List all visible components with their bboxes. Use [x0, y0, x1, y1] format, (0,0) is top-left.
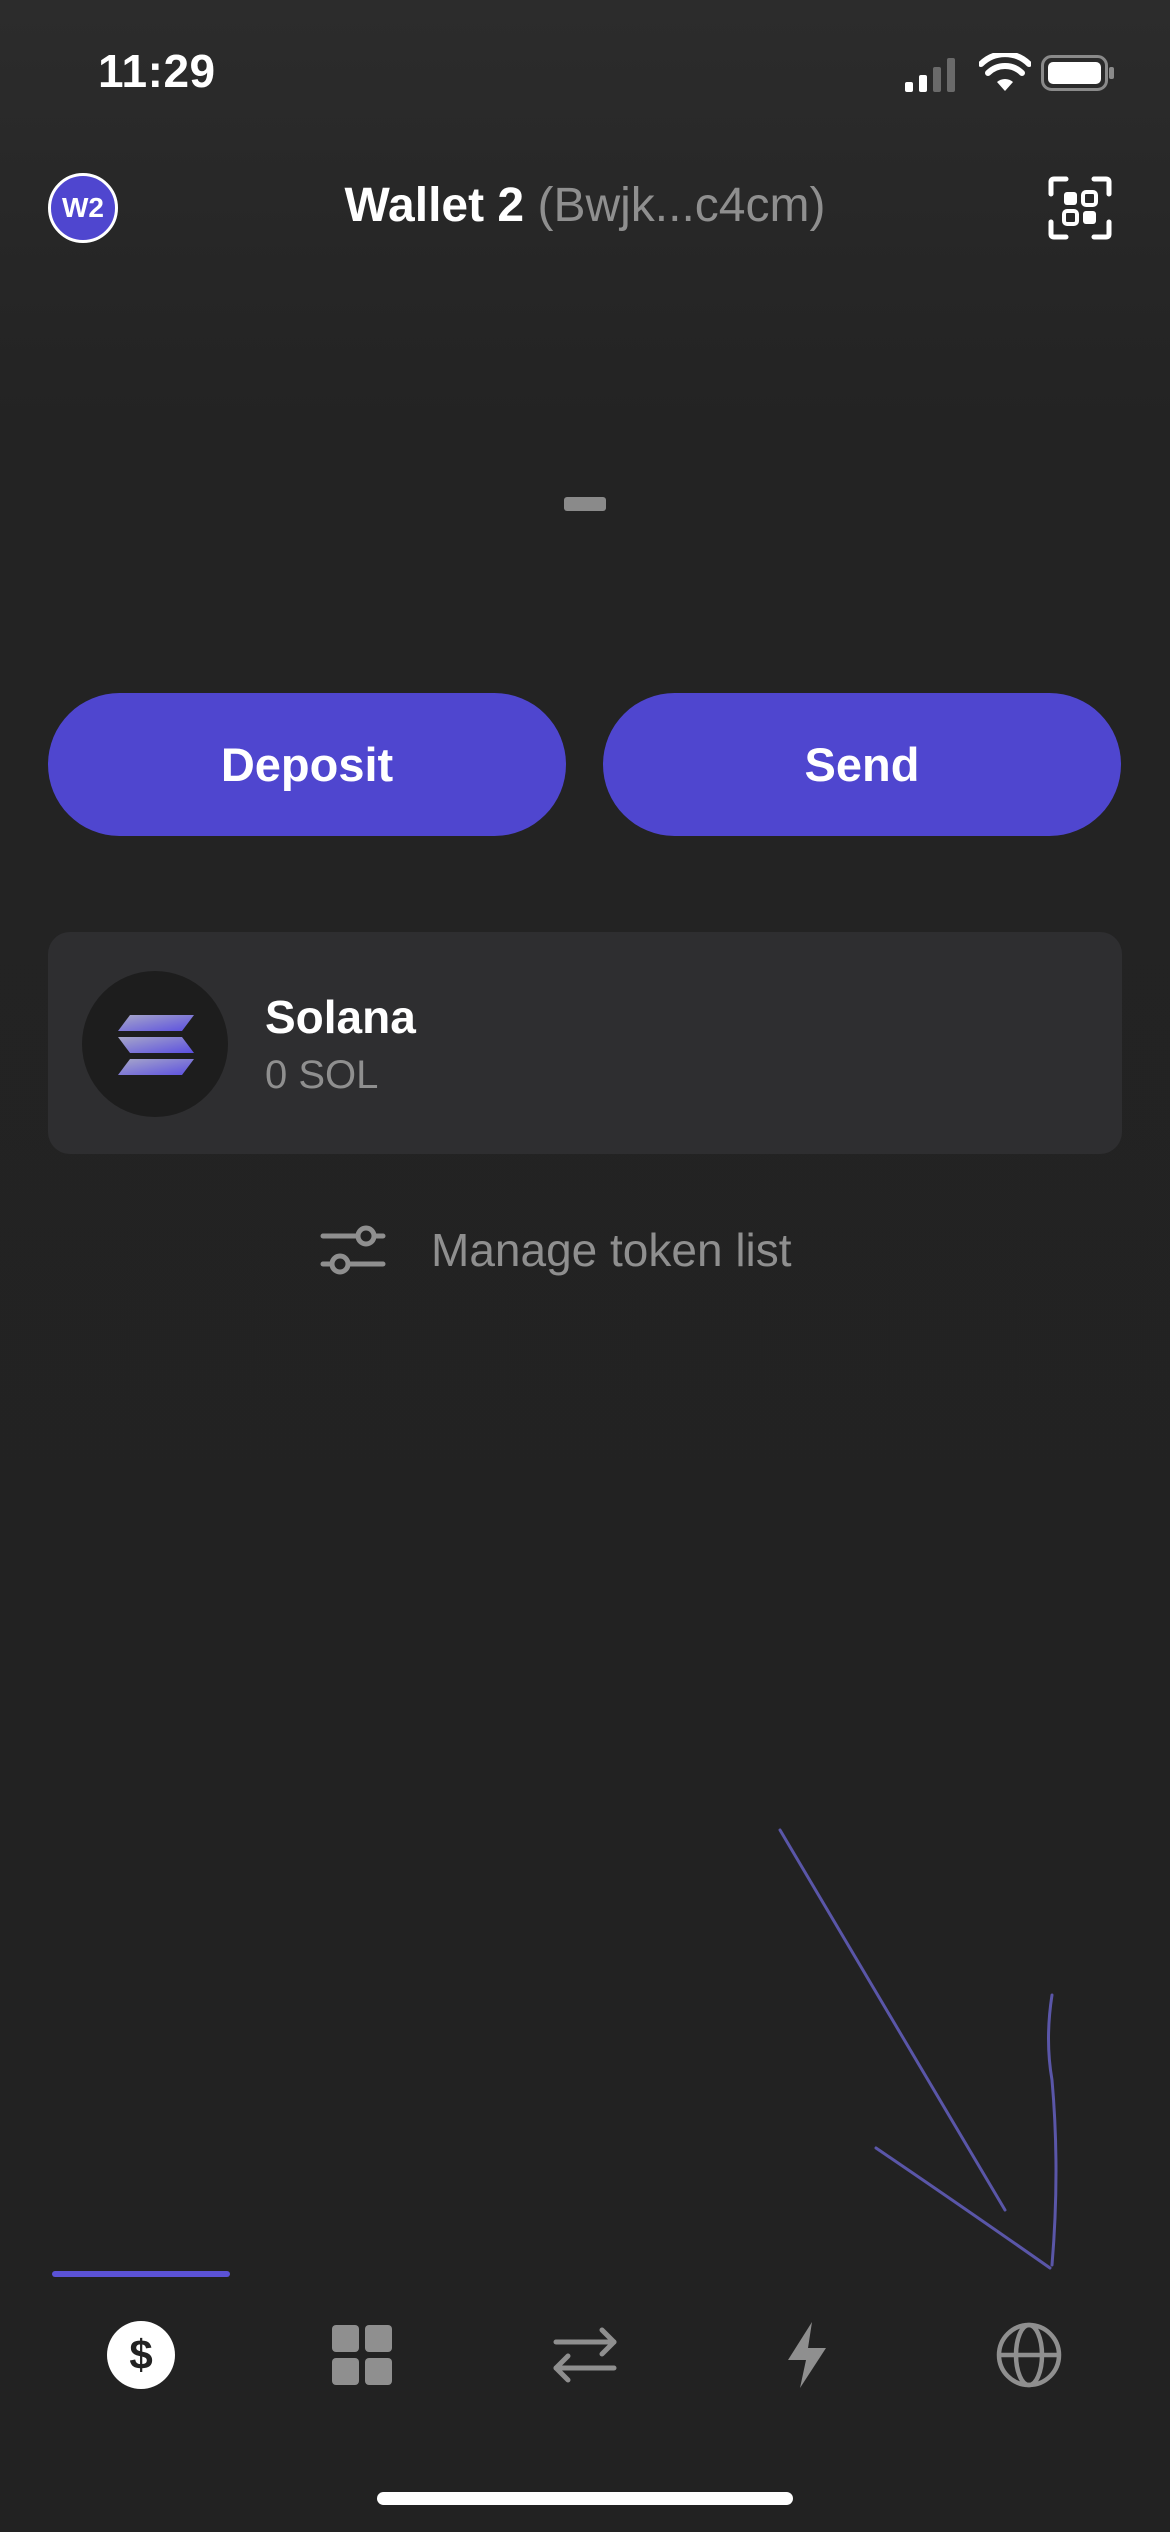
manage-token-list-link[interactable]: Manage token list: [431, 1223, 792, 1277]
tab-activity[interactable]: [747, 2310, 867, 2400]
status-time: 11:29: [98, 45, 216, 97]
swap-arrows-icon: [553, 2327, 617, 2383]
tab-browser[interactable]: [969, 2310, 1089, 2400]
wallet-name: Wallet 2: [344, 179, 525, 232]
balance-placeholder: [564, 497, 606, 511]
dollar-icon: $: [107, 2321, 175, 2389]
wallet-selector[interactable]: Wallet 2 (Bwjk...c4cm): [0, 178, 1170, 233]
grid-icon: [332, 2325, 392, 2385]
active-tab-indicator: [52, 2271, 230, 2277]
token-logo: [82, 971, 228, 1117]
lightning-icon: [788, 2322, 826, 2388]
wifi-icon: [979, 53, 1031, 91]
send-button[interactable]: Send: [603, 693, 1121, 836]
tab-swap[interactable]: [525, 2310, 645, 2400]
globe-icon: [996, 2322, 1062, 2388]
sliders-icon[interactable]: [320, 1222, 386, 1278]
wallet-address: (Bwjk...c4cm): [537, 179, 826, 232]
token-name: Solana: [265, 991, 416, 1043]
token-balance: 0 SOL: [265, 1053, 379, 1097]
deposit-button[interactable]: Deposit: [48, 693, 566, 836]
tab-tokens[interactable]: $: [81, 2310, 201, 2400]
home-indicator[interactable]: [377, 2492, 793, 2505]
solana-logo-icon: [118, 1015, 194, 1075]
svg-text:$: $: [129, 2331, 152, 2378]
qr-scan-icon[interactable]: [1048, 176, 1112, 240]
battery-icon: [1041, 55, 1114, 91]
tab-collectibles[interactable]: [302, 2310, 422, 2400]
cellular-signal-icon: [905, 58, 955, 92]
